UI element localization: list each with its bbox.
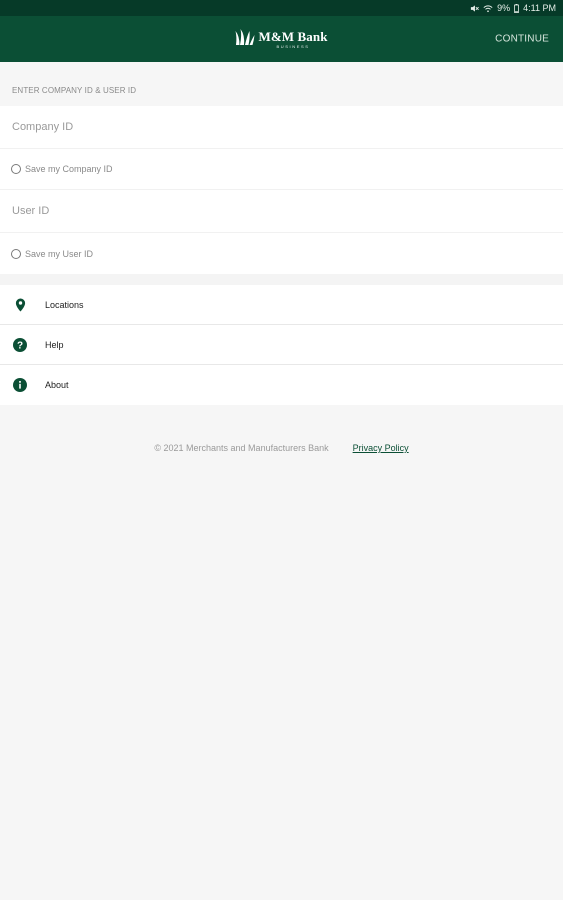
menu-label-about: About (45, 380, 69, 390)
status-time: 4:11 PM (523, 3, 556, 13)
save-company-id-option[interactable]: Save my Company ID (0, 149, 563, 190)
save-company-id-radio[interactable] (11, 164, 21, 174)
login-form: Save my Company ID Save my User ID (0, 106, 563, 274)
menu-list: Locations ? Help About (0, 285, 563, 405)
footer: © 2021 Merchants and Manufacturers Bank … (0, 443, 563, 453)
copyright-text: © 2021 Merchants and Manufacturers Bank (154, 443, 329, 453)
save-company-id-label: Save my Company ID (25, 164, 113, 174)
continue-button[interactable]: CONTINUE (495, 34, 549, 45)
wifi-icon (483, 4, 493, 13)
help-icon: ? (12, 337, 28, 353)
save-user-id-radio[interactable] (11, 248, 21, 259)
app-bar: M&M Bank BUSINESS CONTINUE (0, 16, 563, 62)
privacy-policy-link[interactable]: Privacy Policy (353, 443, 409, 453)
mute-icon (470, 4, 479, 13)
leaf-logo-icon (235, 28, 255, 51)
info-icon (12, 377, 28, 393)
battery-icon (514, 3, 520, 13)
location-pin-icon (12, 297, 28, 313)
menu-label-help: Help (45, 339, 64, 350)
battery-percent: 9% (497, 3, 511, 13)
save-user-id-option[interactable]: Save my User ID (0, 233, 563, 274)
menu-item-help[interactable]: ? Help (0, 325, 563, 365)
section-label: ENTER COMPANY ID & USER ID (12, 86, 137, 95)
bank-logo: M&M Bank BUSINESS (235, 28, 327, 51)
logo-name: M&M Bank (258, 28, 328, 44)
svg-text:?: ? (17, 340, 23, 351)
user-id-input[interactable] (12, 205, 563, 217)
company-id-field-row (0, 106, 563, 149)
company-id-input[interactable] (12, 121, 563, 133)
menu-label-locations: Locations (45, 299, 84, 310)
user-id-field-row (0, 190, 563, 233)
section-divider (0, 274, 563, 285)
save-user-id-label: Save my User ID (25, 248, 94, 259)
logo-subtitle: BUSINESS (276, 43, 310, 49)
status-bar: 9% 4:11 PM (0, 0, 563, 16)
menu-item-locations[interactable]: Locations (0, 285, 563, 325)
menu-item-about[interactable]: About (0, 365, 563, 405)
